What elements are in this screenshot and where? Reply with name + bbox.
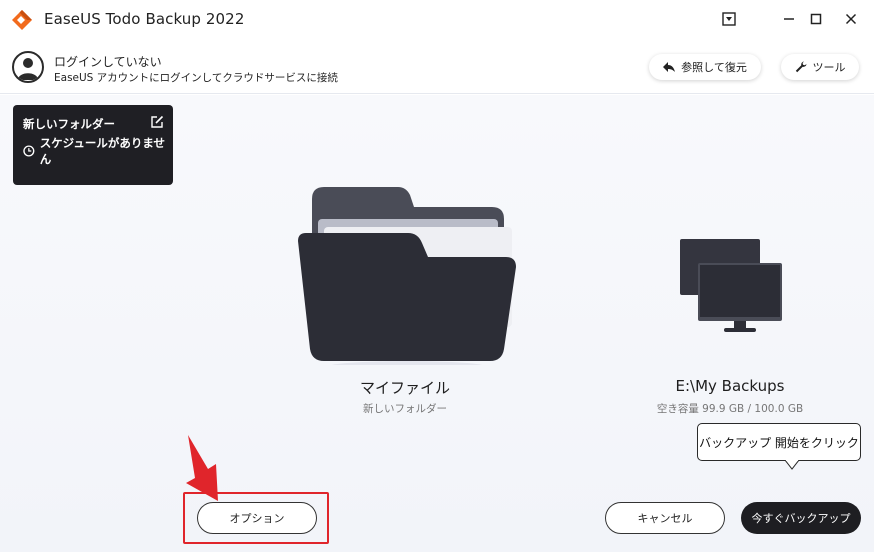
dropdown-icon [722, 12, 736, 26]
options-button[interactable]: オプション [197, 502, 317, 534]
minimize-icon [784, 18, 794, 20]
minimize-button[interactable] [776, 8, 802, 30]
close-button[interactable] [838, 8, 864, 30]
tools-button[interactable]: ツール [781, 54, 859, 80]
maximize-button[interactable] [803, 8, 829, 30]
schedule-text: スケジュールがありません [39, 136, 166, 166]
easeus-logo-icon [12, 10, 32, 30]
close-icon [845, 13, 857, 25]
tools-label: ツール [812, 61, 846, 74]
app-title: EaseUS Todo Backup 2022 [44, 10, 245, 28]
source-name[interactable]: マイファイル [325, 377, 485, 398]
browse-restore-label: 参照して復元 [681, 61, 747, 74]
monitor-icon[interactable] [678, 237, 784, 337]
back-arrow-icon [663, 62, 676, 72]
backup-now-button[interactable]: 今すぐバックアップ [741, 502, 861, 534]
main-panel: 新しいフォルダー スケジュールがありません マイファイル 新しいフォルダー E:… [0, 95, 874, 552]
edit-icon[interactable] [150, 115, 164, 129]
cancel-button[interactable]: キャンセル [605, 502, 725, 534]
task-name: 新しいフォルダー [23, 117, 115, 131]
source-subtitle: 新しいフォルダー [363, 403, 447, 415]
wrench-icon [795, 61, 806, 73]
dropdown-menu-button[interactable] [716, 8, 742, 30]
free-space: 空き容量 99.9 GB / 100.0 GB [656, 403, 804, 415]
backup-task-card[interactable]: 新しいフォルダー スケジュールがありません [13, 105, 173, 185]
backup-callout: バックアップ 開始をクリック [697, 423, 861, 461]
login-prompt: EaseUS アカウントにログインしてクラウドサービスに接続 [54, 72, 338, 84]
destination-name[interactable]: E:\My Backups [640, 377, 820, 395]
maximize-icon [810, 13, 822, 25]
user-icon [18, 58, 38, 80]
clock-icon [23, 145, 35, 157]
avatar[interactable] [12, 51, 44, 83]
browse-restore-button[interactable]: 参照して復元 [649, 54, 761, 80]
folder-icon[interactable] [296, 185, 518, 365]
callout-tail [785, 460, 799, 470]
task-schedule: スケジュールがありません [23, 135, 173, 167]
title-bar: EaseUS Todo Backup 2022 [0, 0, 874, 38]
account-header: ログインしていない EaseUS アカウントにログインしてクラウドサービスに接続… [0, 38, 874, 94]
login-status[interactable]: ログインしていない [54, 53, 162, 70]
